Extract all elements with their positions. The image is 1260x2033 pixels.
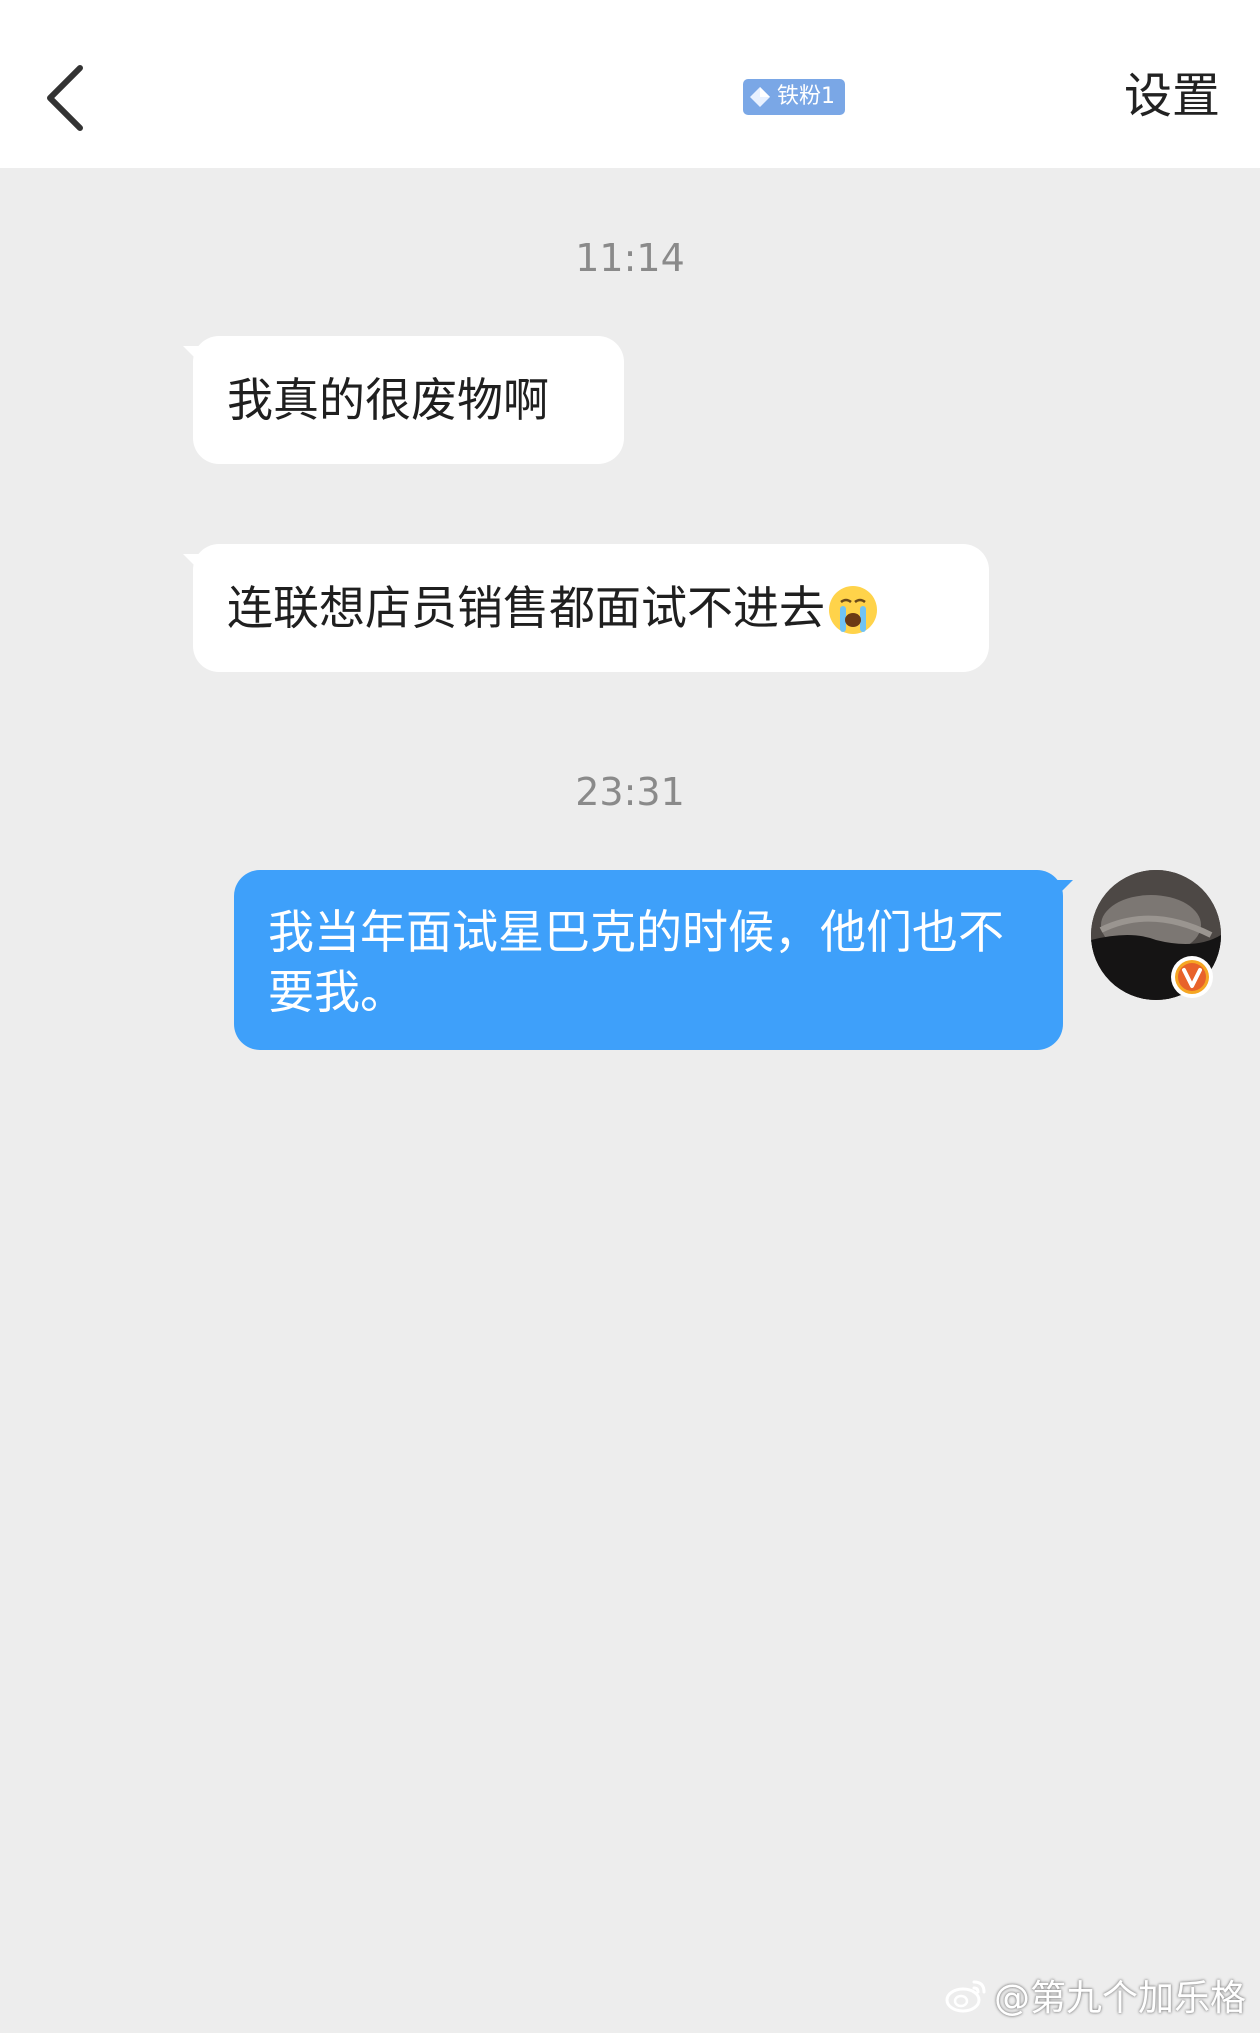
message-text: 我当年面试星巴克的时候，他们也不要我。 (268, 905, 1004, 1019)
chevron-left-icon (47, 65, 83, 131)
chat-header: 铁粉1 设置 (0, 0, 1260, 168)
watermark-text: @第九个加乐格 (993, 1978, 1246, 2019)
back-button[interactable] (30, 50, 100, 140)
diamond-icon (750, 87, 770, 107)
fan-level-badge: 铁粉1 (743, 79, 845, 115)
weibo-watermark: @第九个加乐格 (944, 1969, 1246, 2021)
message-text: 连联想店员销售都面试不进去 (227, 581, 825, 635)
message-timestamp: 23:31 (575, 770, 685, 814)
message-timestamp: 11:14 (575, 236, 685, 280)
weibo-logo-icon (945, 1980, 986, 2013)
outgoing-message-bubble[interactable]: 我当年面试星巴克的时候，他们也不要我。 (234, 870, 1073, 1050)
message-text: 我真的很废物啊 (227, 373, 549, 427)
fan-badge-label: 铁粉1 (777, 84, 835, 109)
verified-badge-icon (1171, 956, 1213, 998)
crying-face-icon (829, 586, 877, 634)
incoming-message-bubble[interactable]: 我真的很废物啊 (183, 336, 624, 464)
incoming-message-bubble[interactable]: 连联想店员销售都面试不进去 (183, 544, 989, 672)
settings-button[interactable]: 设置 (1124, 64, 1220, 128)
